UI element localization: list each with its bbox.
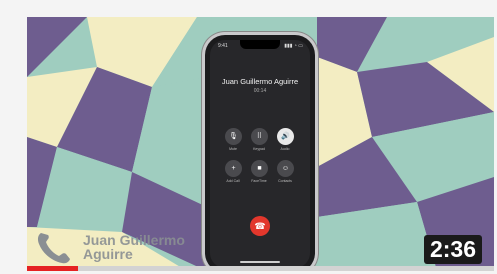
- phone-handset-icon: [37, 233, 70, 264]
- home-indicator: [240, 261, 280, 263]
- facetime-icon: ■: [257, 165, 262, 172]
- mute-label: Mute: [229, 147, 237, 151]
- watermark-line1: Juan Guillermo: [83, 232, 185, 248]
- progress-bar[interactable]: [27, 266, 494, 271]
- end-call-button[interactable]: ☎: [250, 216, 270, 236]
- contacts-label: Contacts: [278, 179, 292, 183]
- keypad-icon: ⠿: [256, 133, 263, 140]
- watermark-line2: Aguirre: [83, 246, 133, 262]
- keypad-button[interactable]: ⠿: [251, 128, 268, 145]
- speaker-label: Audio: [280, 147, 290, 151]
- duration-badge: 2:36: [423, 235, 482, 264]
- caller-name: Juan Guillermo Aguirre: [221, 77, 299, 86]
- facetime-label: FaceTime: [251, 179, 267, 183]
- video-thumbnail[interactable]: 9:41 ▮▮▮ ◔ ▭ Juan Guillermo Aguirre 00:1…: [27, 17, 494, 271]
- speaker-button[interactable]: 🔊: [277, 128, 294, 145]
- add-call-label: Add Call: [226, 179, 240, 183]
- contacts-icon: ☺: [281, 165, 290, 172]
- add-call-icon: +: [231, 165, 236, 172]
- phone-notch: [240, 40, 280, 49]
- speaker-icon: 🔊: [281, 133, 290, 140]
- add-call-button[interactable]: +: [225, 160, 242, 177]
- contacts-button[interactable]: ☺: [277, 160, 294, 177]
- facetime-button[interactable]: ■: [251, 160, 268, 177]
- phone-mockup: 9:41 ▮▮▮ ◔ ▭ Juan Guillermo Aguirre 00:1…: [205, 35, 315, 271]
- status-icons: ▮▮▮ ◔ ▭: [284, 43, 303, 49]
- end-call-icon: ☎: [254, 221, 266, 231]
- mute-icon: 🎙: [229, 133, 238, 140]
- phone-screen: 9:41 ▮▮▮ ◔ ▭ Juan Guillermo Aguirre 00:1…: [210, 40, 310, 268]
- progress-bar-fill: [27, 266, 79, 271]
- keypad-label: Keypad: [253, 147, 265, 151]
- watermark-text: Juan Guillermo Aguirre: [83, 233, 185, 261]
- mute-button[interactable]: 🎙: [225, 128, 242, 145]
- call-duration: 00:14: [253, 88, 267, 94]
- status-time: 9:41: [218, 43, 228, 49]
